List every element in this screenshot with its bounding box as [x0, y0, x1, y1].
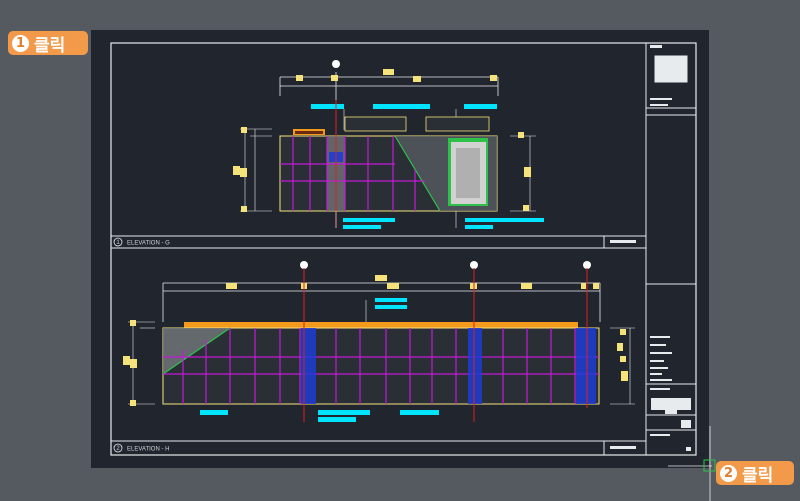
- cad-drawing-sheet: 1 ELEVATION - G 2 ELEVATION - H: [110, 42, 716, 501]
- step-1-label: 클릭: [34, 35, 66, 55]
- step-2-number: 2: [720, 464, 737, 482]
- step-2-click-callout: 2 클릭: [716, 461, 794, 485]
- view-number-top: 1: [116, 240, 120, 246]
- view-title-top: ELEVATION - G: [127, 241, 170, 247]
- view-title-bottom: ELEVATION - H: [127, 447, 169, 453]
- step-2-label: 클릭: [742, 465, 774, 485]
- elevation-h: [123, 261, 635, 422]
- view-title-bar-bottom: 2 ELEVATION - H: [111, 440, 646, 455]
- title-block: [646, 45, 696, 451]
- step-1-number: 1: [12, 34, 29, 52]
- crosshair-cursor-icon: [668, 426, 716, 501]
- elevation-g: [233, 60, 544, 229]
- step-1-click-callout: 1 클릭: [8, 31, 88, 55]
- view-title-bar-top: 1 ELEVATION - G: [111, 235, 646, 248]
- view-number-bottom: 2: [116, 446, 120, 452]
